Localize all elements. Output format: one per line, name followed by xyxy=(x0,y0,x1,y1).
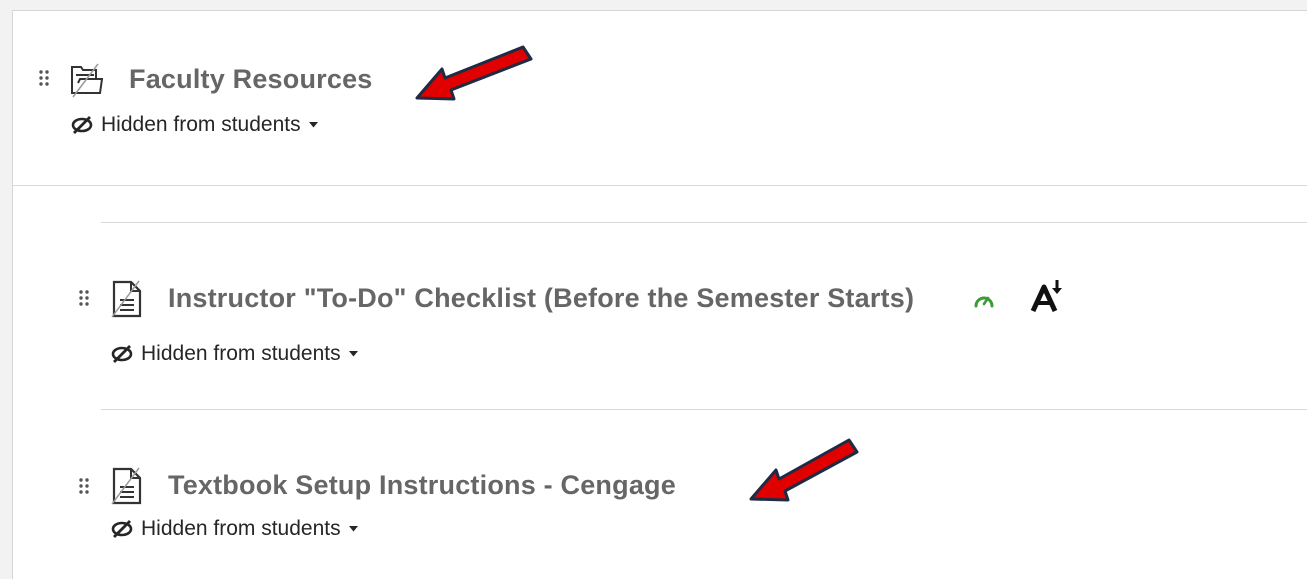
row-divider xyxy=(13,185,1307,186)
document-icon xyxy=(109,279,145,319)
visibility-label: Hidden from students xyxy=(101,113,301,136)
visibility-label: Hidden from students xyxy=(141,517,341,540)
hidden-eye-icon xyxy=(111,520,133,538)
drag-handle-icon[interactable] xyxy=(38,69,50,87)
progress-gauge-icon[interactable] xyxy=(973,291,995,309)
drag-handle-icon[interactable] xyxy=(78,477,90,495)
folder-icon xyxy=(68,61,106,99)
item-title-link[interactable]: Textbook Setup Instructions - Cengage xyxy=(168,470,676,501)
accessibility-download-icon[interactable] xyxy=(1029,279,1065,313)
visibility-dropdown[interactable]: Hidden from students xyxy=(111,342,358,366)
content-item-instructor-checklist: Instructor "To-Do" Checklist (Before the… xyxy=(13,223,1307,409)
annotation-arrow xyxy=(741,434,871,514)
hidden-eye-icon xyxy=(111,345,133,363)
chevron-down-icon xyxy=(348,526,358,532)
content-item-textbook-setup: Textbook Setup Instructions - Cengage Hi… xyxy=(13,410,1307,579)
annotation-arrow xyxy=(407,33,537,113)
item-title-link[interactable]: Faculty Resources xyxy=(129,64,373,95)
visibility-label: Hidden from students xyxy=(141,342,341,365)
hidden-eye-icon xyxy=(71,116,93,134)
item-title-link[interactable]: Instructor "To-Do" Checklist (Before the… xyxy=(168,283,914,314)
chevron-down-icon xyxy=(308,122,318,128)
document-icon xyxy=(109,466,145,506)
drag-handle-icon[interactable] xyxy=(78,289,90,307)
content-item-faculty-resources: Faculty Resources Hidden from students xyxy=(13,11,1307,186)
chevron-down-icon xyxy=(348,351,358,357)
visibility-dropdown[interactable]: Hidden from students xyxy=(71,113,318,137)
visibility-dropdown[interactable]: Hidden from students xyxy=(111,517,358,541)
course-content-panel: Faculty Resources Hidden from students I… xyxy=(12,10,1307,579)
